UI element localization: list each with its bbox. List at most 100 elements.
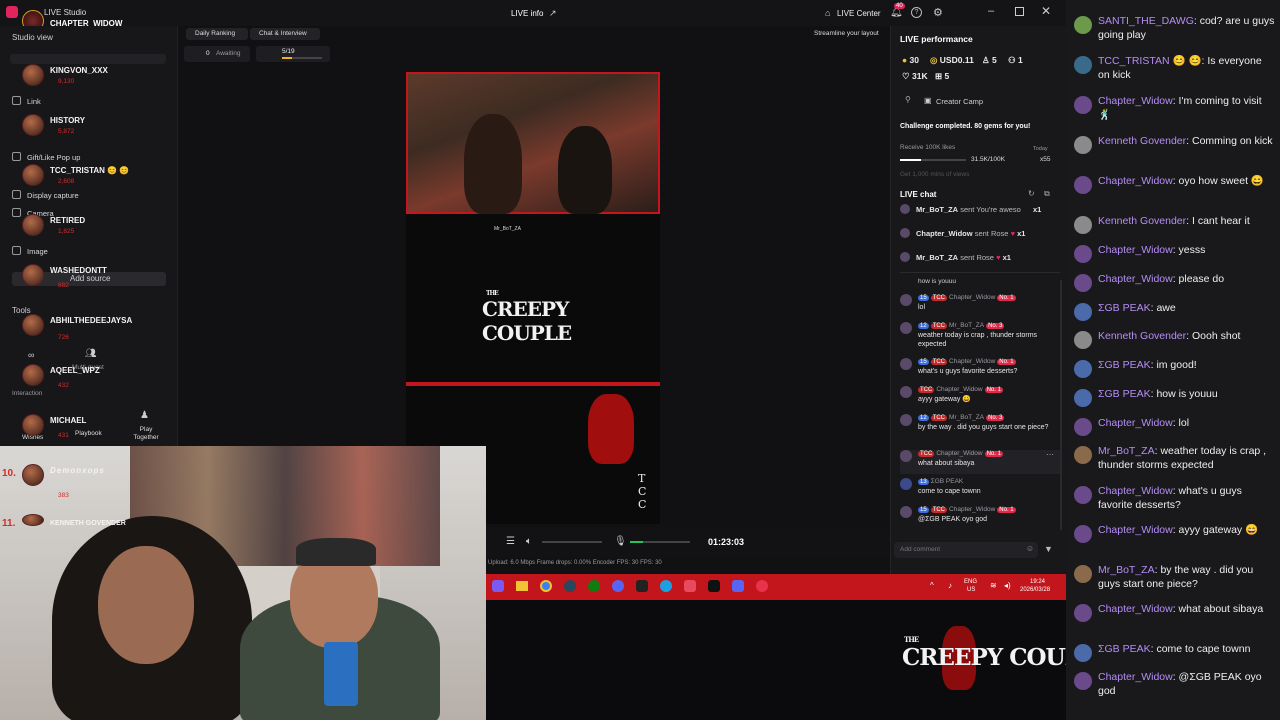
tab-chat-interview[interactable]: Chat & Interview — [250, 28, 320, 40]
tray-lang[interactable]: ENG — [964, 579, 977, 585]
coins-stat: ● 30 — [902, 55, 919, 65]
stream-chat-user: TCC_TRISTAN 😊 😊 — [1098, 55, 1202, 67]
copilot-icon[interactable] — [492, 580, 504, 592]
chrome-icon[interactable] — [540, 580, 552, 592]
avatar — [1074, 360, 1092, 378]
avatar — [1074, 176, 1092, 194]
maximize-icon[interactable] — [1015, 7, 1024, 16]
preview-red-line — [406, 382, 660, 386]
filter-icon[interactable]: ▼ — [1044, 544, 1053, 554]
avatar — [1074, 672, 1092, 690]
more-options-icon[interactable]: ⋯ — [1046, 450, 1054, 459]
stream-chat-text: Chapter_Widow: I'm coming to visit 🕺 — [1098, 94, 1276, 122]
stream-chat-user: Mr_BoT_ZA — [1098, 445, 1155, 457]
stream-chat-text: Chapter_Widow: oyo how sweet 😄 — [1098, 174, 1276, 188]
goal-progress-widget[interactable]: 5/19 — [256, 46, 330, 62]
steam-icon[interactable] — [564, 580, 576, 592]
edge-icon[interactable] — [660, 580, 672, 592]
chat-message[interactable]: 15 TCC Chapter_Widow No. 1 what's u guys fav… — [900, 358, 1060, 380]
stream-chat-user: ΣGB PEAK — [1098, 643, 1151, 655]
gift-row: Mr_BoT_ZA sent You're aweso x1 — [900, 204, 1041, 214]
refresh-icon[interactable]: ↻ — [1028, 189, 1035, 198]
person-icon[interactable]: ⚲ — [905, 95, 911, 104]
avatar — [22, 264, 44, 286]
app-icon[interactable] — [756, 580, 768, 592]
avatar — [900, 204, 910, 214]
folder-icon[interactable] — [516, 581, 528, 591]
chat-message[interactable]: 12 TCC Mr_BoT_ZA No. 3 by the way . did you … — [900, 414, 1060, 444]
stream-chat-text: Chapter_Widow: what about sibaya — [1098, 602, 1276, 616]
chat-message[interactable]: TCC Chapter_Widow No. 1 what about sibaya ⋯ — [900, 450, 1060, 474]
chat-message[interactable]: 12 TCC Mr_BoT_ZA No. 3 weather today is crap… — [900, 322, 1060, 352]
chat-message[interactable]: TCC Chapter_Widow No. 1 ayyy gateway 😄 — [900, 386, 1060, 408]
live-info-title[interactable]: LIVE info — [511, 9, 543, 18]
avatar — [900, 506, 912, 518]
close-icon[interactable]: ✕ — [1041, 4, 1051, 18]
help-icon[interactable]: ? — [911, 7, 922, 18]
discord-icon[interactable] — [732, 580, 744, 592]
chat-message[interactable]: 15 TCC Chapter_Widow No. 1 @ΣGB PEAK oyo god — [900, 506, 1060, 528]
minimize-icon[interactable]: – — [988, 5, 994, 17]
capcut-icon[interactable] — [636, 580, 648, 592]
volume-icon[interactable]: 🔈︎ — [526, 536, 532, 547]
usd-stat: ◎ USD0.11 — [930, 55, 974, 65]
avatar — [1074, 303, 1092, 321]
app-icon[interactable] — [612, 580, 624, 592]
tray-region: US — [967, 587, 976, 593]
leaderboard-row: KINGVON_XXX 9,130 — [18, 62, 168, 90]
streamline-layout-link[interactable]: Streamline your layout — [814, 30, 879, 37]
creator-camp-button[interactable]: ▣ Creator Camp — [922, 94, 990, 108]
settings-gear-icon[interactable]: ⚙ — [933, 6, 943, 19]
tray-time: 19:24 — [1030, 579, 1046, 585]
share-icon[interactable]: ↗ — [549, 8, 557, 19]
chat-message[interactable]: 15 TCC Chapter_Widow No. 1 lol — [900, 294, 1060, 316]
leaderboard-row: KENNETH GOVENDER — [18, 512, 168, 540]
stream-chat-user: Chapter_Widow — [1098, 524, 1173, 536]
tab-daily-ranking[interactable]: Daily Ranking — [186, 28, 248, 40]
stream-chat-text: Mr_BoT_ZA: by the way . did you guys sta… — [1098, 563, 1276, 591]
comment-input[interactable]: Add comment ☺ — [894, 542, 1038, 558]
viewers-stat: ♙ 5 — [982, 55, 997, 65]
avatar — [1074, 525, 1092, 543]
volume-slider[interactable] — [542, 541, 602, 543]
tray-mic-icon[interactable]: ♪ — [948, 581, 952, 590]
preview-camera-source — [406, 72, 660, 214]
likes-progress-bar — [900, 159, 966, 161]
tiktok-icon[interactable] — [708, 580, 720, 592]
popout-icon[interactable]: ⧉ — [1044, 189, 1050, 199]
mic-level-slider[interactable] — [630, 541, 690, 543]
microphone-icon[interactable]: 🎙︎ — [614, 536, 627, 547]
stream-chat-user: ΣGB PEAK — [1098, 388, 1151, 400]
app-icon[interactable] — [684, 580, 696, 592]
avatar — [900, 228, 910, 238]
live-performance-title: LIVE performance — [900, 34, 973, 44]
tray-chevron-icon[interactable]: ^ — [930, 581, 934, 590]
avatar — [900, 478, 912, 490]
stream-timer: 01:23:03 — [708, 537, 745, 547]
stream-stats: Upload: 6.0 Mbps Frame drops: 0.00% Enco… — [488, 560, 662, 566]
tray-wifi-icon[interactable]: ≋ — [990, 581, 997, 590]
home-icon[interactable]: ⌂ — [825, 8, 830, 18]
avatar — [1074, 216, 1092, 234]
settings-sliders-icon[interactable]: ☰ — [506, 536, 515, 547]
awaiting-widget[interactable]: 0 Awaiting — [184, 46, 250, 62]
stream-chat-body: lol — [1178, 417, 1190, 429]
emoji-icon[interactable]: ☺ — [1026, 544, 1034, 553]
avatar — [1074, 446, 1092, 464]
stream-chat-user: Chapter_Widow — [1098, 244, 1173, 256]
stream-chat-body: please do — [1178, 273, 1225, 285]
live-center-button[interactable]: LIVE Center — [837, 9, 881, 18]
avatar — [900, 386, 912, 398]
chat-message[interactable]: 13 ΣGB PEAK come to cape townn — [900, 478, 1060, 500]
stream-chat-text: ΣGB PEAK: come to cape townn — [1098, 642, 1276, 656]
tray-volume-icon[interactable]: ◂) — [1004, 581, 1011, 590]
stream-chat-body: come to cape townn — [1156, 643, 1251, 655]
goal-progress-bar — [282, 57, 322, 59]
xbox-icon[interactable] — [588, 580, 600, 592]
chat-scrollbar[interactable] — [1060, 280, 1062, 530]
stream-chat-body: I cant hear it — [1192, 215, 1250, 227]
live-chat-title: LIVE chat — [900, 190, 937, 199]
stream-chat-user: Kenneth Govender — [1098, 135, 1187, 147]
leaderboard-row: Demonxops 383 — [18, 462, 168, 499]
avatar — [22, 364, 44, 386]
